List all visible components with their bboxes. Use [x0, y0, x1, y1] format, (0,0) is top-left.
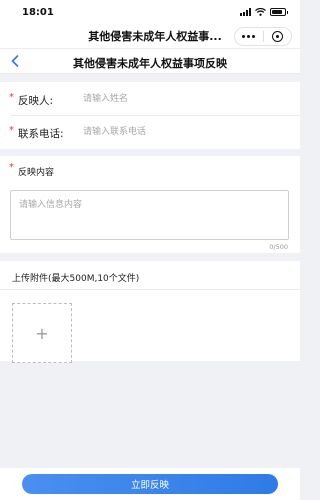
status-bar: 18:01 — [0, 0, 300, 24]
contact-card: * 反映人: * 联系电话: — [0, 82, 300, 149]
status-time: 18:01 — [22, 6, 54, 18]
phone-input[interactable] — [83, 124, 283, 140]
attachment-label: 上传附件(最大500M,10个文件) — [12, 274, 140, 284]
status-icons — [240, 8, 288, 16]
mini-program-title: 其他侵害未成年人权益事... — [88, 30, 222, 43]
page-header: 其他侵害未成年人权益事项反映 — [0, 48, 300, 74]
add-attachment-button[interactable]: + — [12, 303, 72, 363]
wifi-icon — [255, 8, 266, 16]
more-icon[interactable] — [235, 35, 263, 38]
attachment-card: 上传附件(最大500M,10个文件) + — [0, 261, 300, 363]
back-icon[interactable] — [6, 52, 24, 70]
capsule-menu — [234, 27, 292, 46]
close-mini-program-icon[interactable] — [264, 31, 292, 42]
required-mark: * — [9, 162, 14, 173]
required-mark: * — [9, 125, 14, 136]
page-title: 其他侵害未成年人权益事项反映 — [73, 57, 227, 70]
content-card: * 反映内容 0/500 — [0, 156, 300, 253]
phone-row: * 联系电话: — [0, 115, 300, 149]
char-counter: 0/500 — [269, 243, 288, 251]
plus-icon: + — [35, 323, 49, 343]
mini-program-bar: 其他侵害未成年人权益事... — [0, 24, 300, 48]
reporter-name-input[interactable] — [83, 91, 283, 107]
attachment-divider — [0, 289, 300, 290]
required-mark: * — [9, 92, 14, 103]
content-textarea-box — [10, 190, 289, 240]
reporter-label: 反映人: — [18, 95, 54, 107]
reporter-row: * 反映人: — [0, 82, 300, 116]
phone-label: 联系电话: — [18, 128, 64, 140]
content-label: 反映内容 — [18, 168, 55, 178]
battery-icon — [270, 8, 288, 16]
submit-button[interactable]: 立即反映 — [22, 474, 278, 494]
content-textarea[interactable] — [11, 191, 288, 239]
signal-icon — [240, 8, 251, 16]
